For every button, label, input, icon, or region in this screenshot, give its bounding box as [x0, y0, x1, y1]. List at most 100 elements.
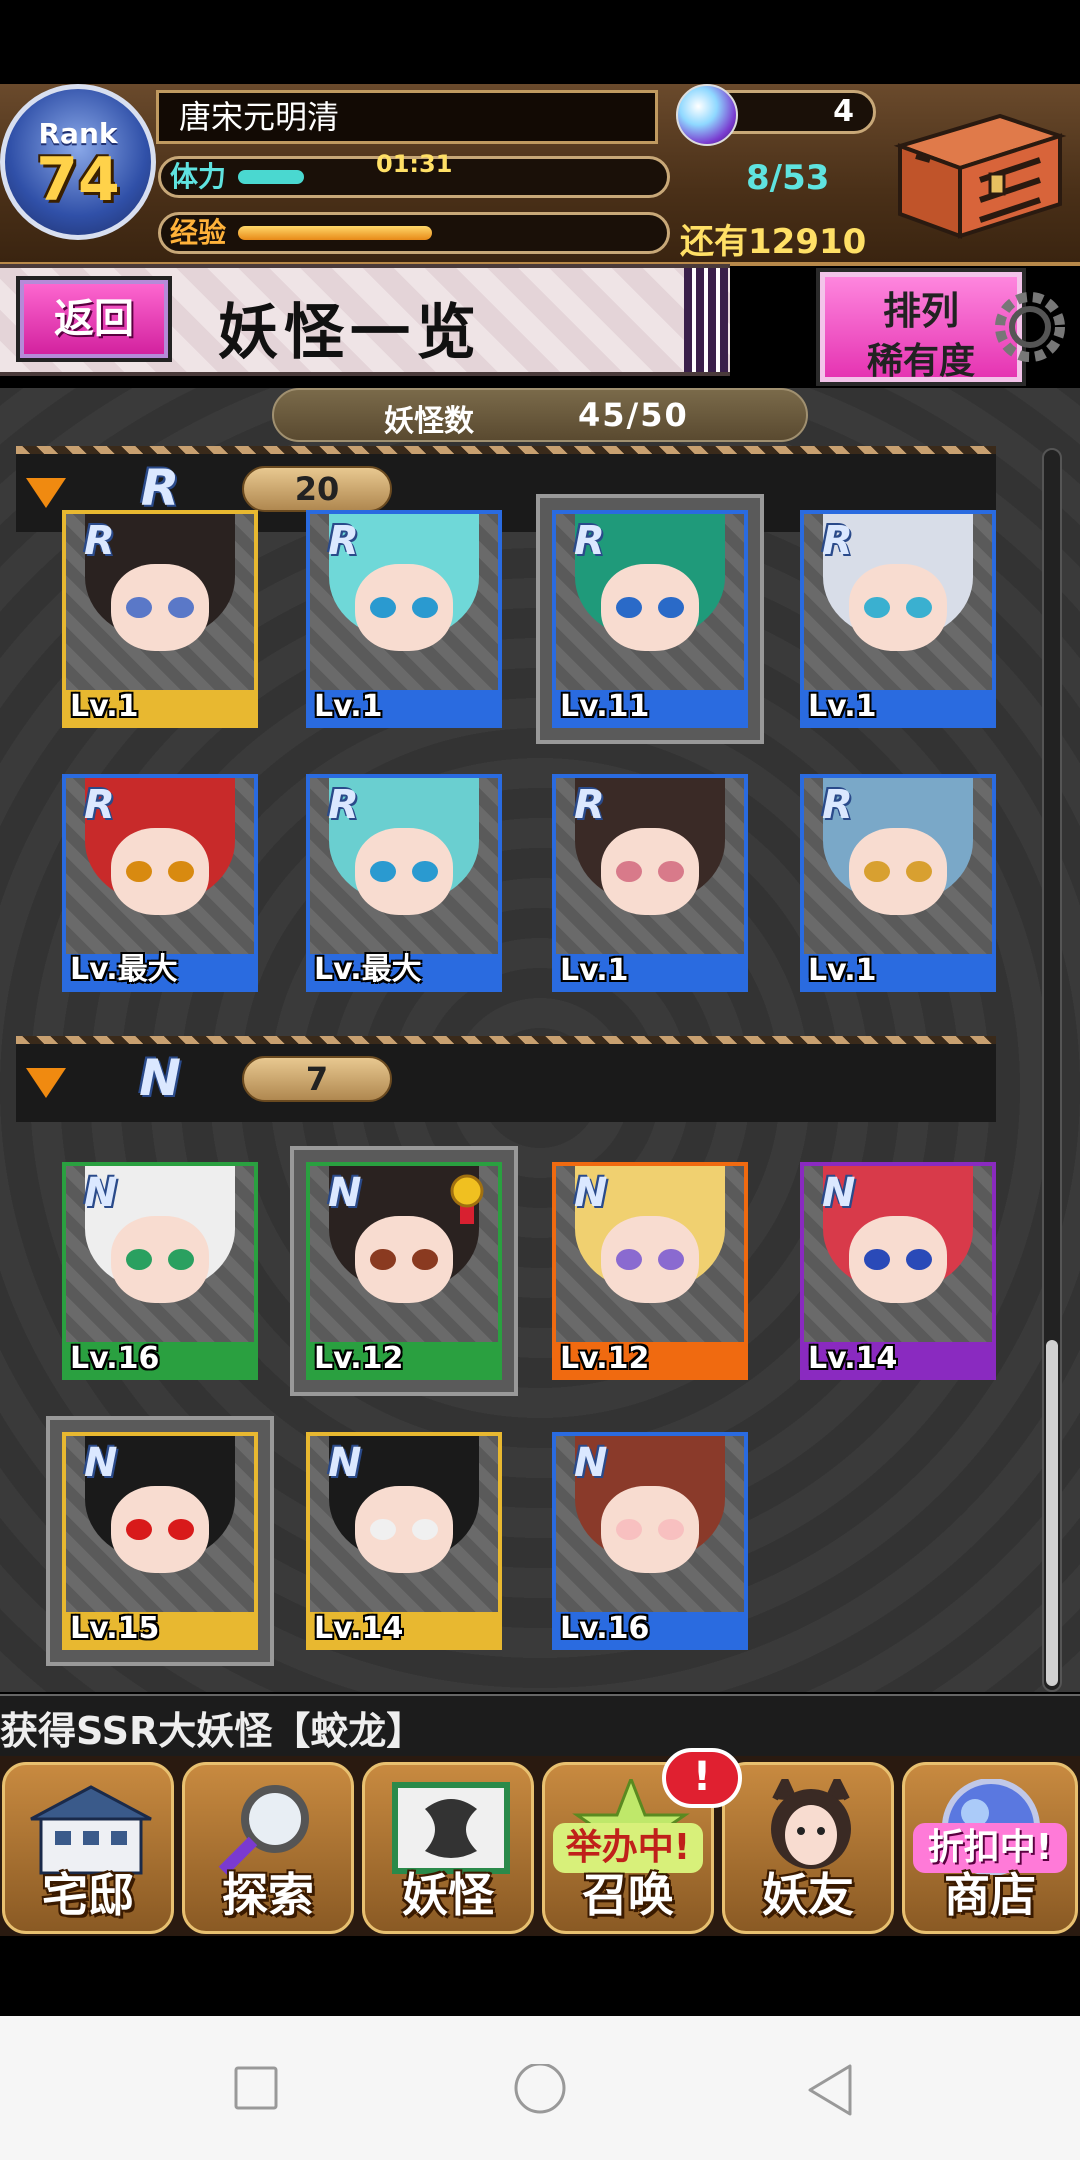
- rarity-badge: N: [84, 1440, 118, 1486]
- rarity-n-icon: N: [139, 1049, 181, 1107]
- notification-badge: !: [662, 1748, 742, 1808]
- portrait-eye: [657, 1518, 684, 1541]
- rarity-r-icon: R: [140, 459, 180, 517]
- rarity-badge: R: [84, 518, 115, 564]
- portrait-eye: [411, 860, 438, 883]
- rarity-badge: N: [574, 1170, 608, 1216]
- rank-badge[interactable]: Rank 74: [0, 84, 156, 240]
- portrait-eye: [167, 1248, 194, 1271]
- nav-item-explore[interactable]: 探索: [182, 1762, 354, 1934]
- monster-level: Lv.最大: [70, 952, 178, 987]
- monster-card[interactable]: N Lv.16: [552, 1432, 748, 1650]
- nav-item-friends[interactable]: 妖友: [722, 1762, 894, 1934]
- portrait-eye: [167, 1518, 194, 1541]
- monster-card[interactable]: N Lv.14: [306, 1432, 502, 1650]
- exp-remaining: 还有12910: [680, 222, 867, 262]
- gem-count: 4: [833, 94, 854, 129]
- scrollbar-thumb[interactable]: [1046, 1340, 1058, 1686]
- exp-label: 经验: [170, 216, 227, 249]
- monster-level: Lv.1: [70, 689, 139, 724]
- nav-label: 宅邸: [42, 1868, 134, 1922]
- stamina-fill: [238, 170, 304, 184]
- monster-level: Lv.12: [314, 1341, 404, 1376]
- nav-label: 妖友: [762, 1868, 854, 1922]
- stamina-timer: 01:31: [376, 150, 453, 178]
- nav-item-shop[interactable]: 折扣中! 商店: [902, 1762, 1078, 1934]
- monster-card[interactable]: N Lv.15: [62, 1432, 258, 1650]
- monster-card[interactable]: R Lv.1: [552, 774, 748, 992]
- section-count: 7: [242, 1056, 392, 1102]
- monster-card[interactable]: R Lv.1: [62, 510, 258, 728]
- monster-level: Lv.11: [560, 689, 650, 724]
- circle-icon[interactable]: [512, 2064, 568, 2120]
- nav-label: 探索: [222, 1868, 314, 1922]
- crystal-orb-icon: [676, 84, 738, 146]
- monster-level: Lv.16: [560, 1611, 650, 1646]
- rarity-badge: R: [328, 518, 359, 564]
- portrait-eye: [905, 860, 932, 883]
- monster-count-label: 妖怪数: [384, 404, 474, 439]
- portrait-eye: [411, 596, 438, 619]
- nav-item-mansion[interactable]: 宅邸: [2, 1762, 174, 1934]
- portrait-eye: [167, 860, 194, 883]
- rarity-badge: R: [574, 782, 605, 828]
- rarity-badge: N: [574, 1440, 608, 1486]
- nav-label: 商店: [944, 1868, 1036, 1922]
- portrait-eye: [411, 1518, 438, 1541]
- section-divider: [16, 1036, 996, 1044]
- stamina-label: 体力: [170, 160, 227, 193]
- portrait-eye: [657, 860, 684, 883]
- medal-icon: [450, 1174, 484, 1224]
- monster-count-value: 45/50: [578, 396, 689, 434]
- gear-icon: [995, 292, 1065, 362]
- monster-card[interactable]: N Lv.14: [800, 1162, 996, 1380]
- nav-item-monsters[interactable]: 妖怪: [362, 1762, 534, 1934]
- monster-card[interactable]: N Lv.16: [62, 1162, 258, 1380]
- monster-card[interactable]: N Lv.12: [306, 1162, 502, 1380]
- monster-card[interactable]: R Lv.最大: [62, 774, 258, 992]
- back-button[interactable]: 返回: [16, 276, 172, 362]
- monster-level: Lv.14: [808, 1341, 898, 1376]
- collapse-arrow-icon[interactable]: [26, 478, 66, 508]
- monster-level: Lv.1: [808, 953, 877, 988]
- monster-level: Lv.1: [314, 689, 383, 724]
- portrait-eye: [167, 596, 194, 619]
- monster-card[interactable]: R Lv.1: [800, 510, 996, 728]
- monster-card[interactable]: R Lv.最大: [306, 774, 502, 992]
- rarity-badge: N: [822, 1170, 856, 1216]
- monster-level: Lv.16: [70, 1341, 160, 1376]
- stamina-count: 8/53: [746, 158, 830, 198]
- monster-card[interactable]: R Lv.1: [800, 774, 996, 992]
- rarity-badge: N: [328, 1170, 362, 1216]
- rarity-badge: R: [574, 518, 605, 564]
- portrait-eye: [905, 596, 932, 619]
- square-icon[interactable]: [232, 2064, 280, 2112]
- portrait-eye: [411, 1248, 438, 1271]
- monster-level: Lv.最大: [314, 952, 422, 987]
- exp-fill: [238, 226, 432, 240]
- nav-label: 召唤: [582, 1868, 674, 1922]
- rarity-badge: R: [822, 782, 853, 828]
- monster-level: Lv.15: [70, 1611, 160, 1646]
- rarity-badge: N: [84, 1170, 118, 1216]
- monster-level: Lv.14: [314, 1611, 404, 1646]
- rarity-badge: R: [328, 782, 359, 828]
- triangle-back-icon[interactable]: [806, 2064, 854, 2116]
- rarity-badge: R: [84, 782, 115, 828]
- collapse-arrow-icon[interactable]: [26, 1068, 66, 1098]
- portrait-eye: [657, 596, 684, 619]
- monster-card[interactable]: N Lv.12: [552, 1162, 748, 1380]
- page-title: 妖怪一览: [218, 298, 482, 368]
- monster-count-bar: [272, 388, 808, 442]
- monster-card[interactable]: R Lv.1: [306, 510, 502, 728]
- section-divider: [16, 446, 996, 454]
- rarity-badge: N: [328, 1440, 362, 1486]
- portrait-eye: [905, 1248, 932, 1271]
- section-count: 20: [242, 466, 392, 512]
- nav-label: 妖怪: [402, 1868, 494, 1922]
- portrait-eye: [657, 1248, 684, 1271]
- title-stripe: [684, 268, 728, 372]
- monster-card[interactable]: R Lv.11: [552, 510, 748, 728]
- treasure-chest-icon[interactable]: [880, 96, 1070, 246]
- player-name[interactable]: 唐宋元明清: [156, 90, 658, 144]
